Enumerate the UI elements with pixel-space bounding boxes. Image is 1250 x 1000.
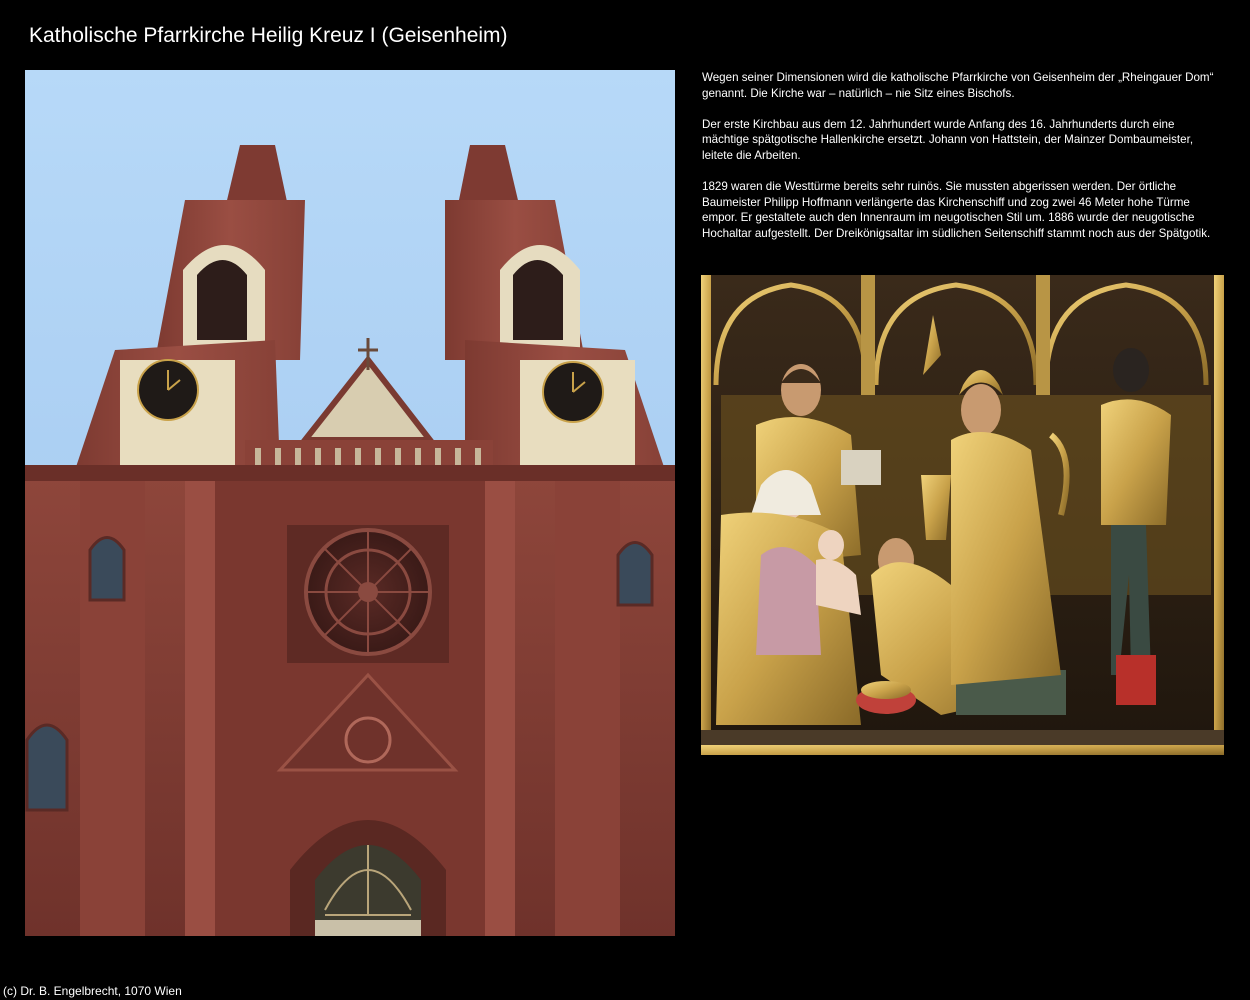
three-kings-altar-photo <box>701 275 1224 755</box>
description-text: Wegen seiner Dimensionen wird die kathol… <box>702 70 1220 257</box>
copyright-footer: (c) Dr. B. Engelbrecht, 1070 Wien <box>3 984 182 998</box>
paragraph-3: 1829 waren die Westtürme bereits sehr ru… <box>702 180 1211 240</box>
church-facade-image <box>25 70 675 936</box>
paragraph-2: Der erste Kirchbau aus dem 12. Jahrhunde… <box>702 117 1194 162</box>
three-kings-altar-image <box>701 275 1224 755</box>
paragraph-1: Wegen seiner Dimensionen wird die kathol… <box>702 71 1214 100</box>
page-title: Katholische Pfarrkirche Heilig Kreuz I (… <box>29 24 508 47</box>
church-facade-photo <box>25 70 675 936</box>
